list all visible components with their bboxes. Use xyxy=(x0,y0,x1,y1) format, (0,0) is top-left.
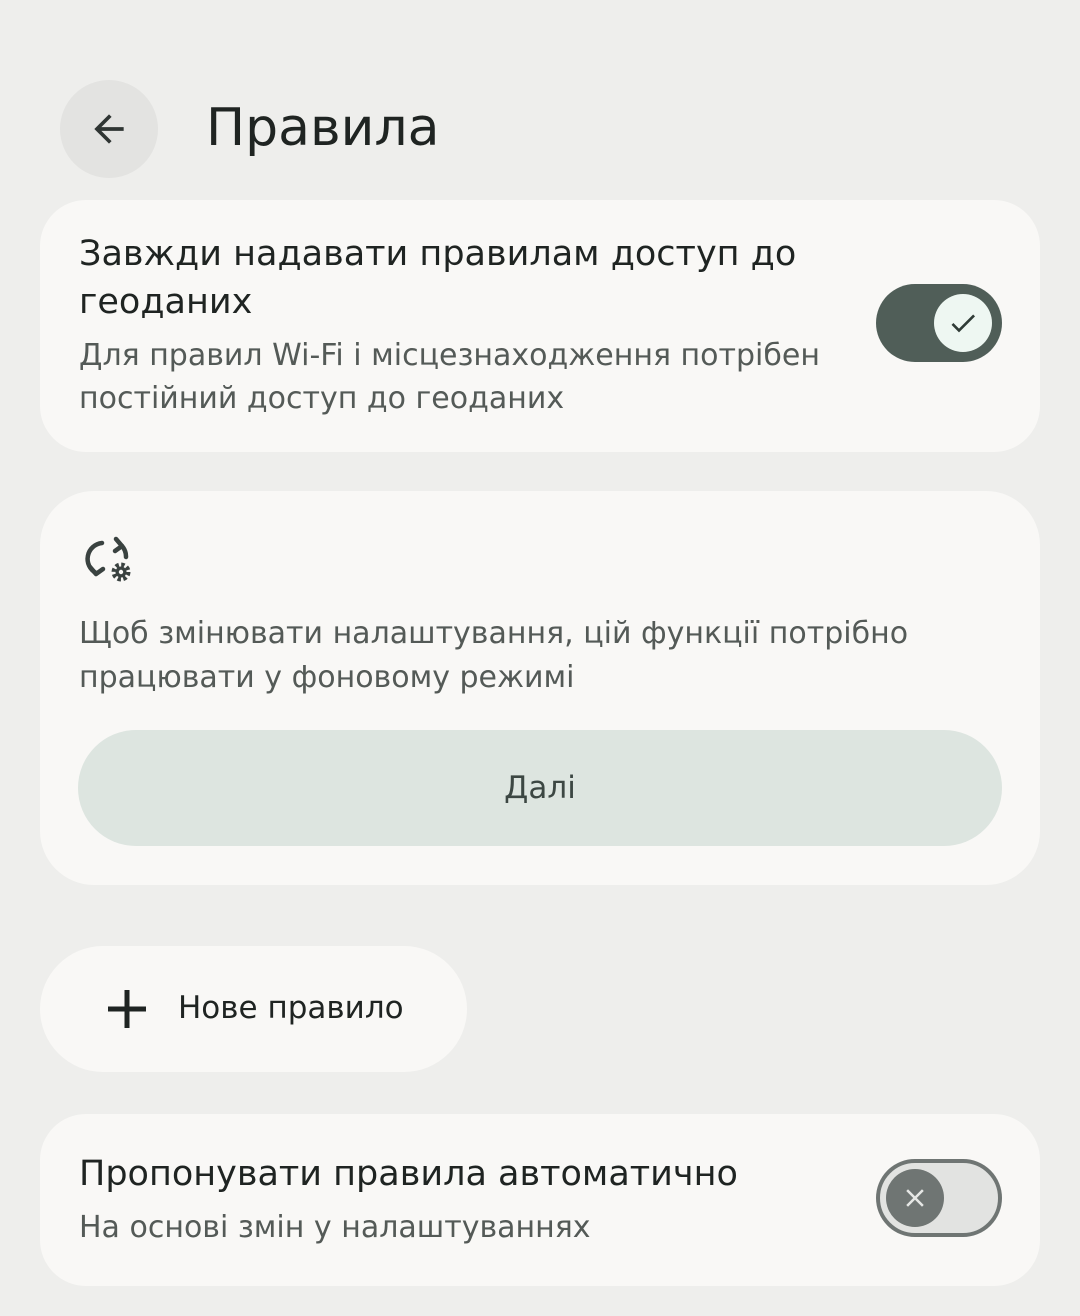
arrow-back-icon xyxy=(94,114,124,144)
close-icon xyxy=(906,1189,924,1207)
background-permission-message: Щоб змінювати налаштування, цій функції … xyxy=(79,616,909,695)
suggest-rules-title: Пропонувати правила автоматично xyxy=(79,1154,738,1194)
new-rule-button[interactable]: Нове правило xyxy=(40,946,467,1072)
background-permission-card: Щоб змінювати налаштування, цій функції … xyxy=(40,491,1040,885)
new-rule-label: Нове правило xyxy=(178,990,404,1026)
toggle-thumb xyxy=(886,1169,944,1227)
suggest-rules-toggle[interactable] xyxy=(876,1159,1002,1237)
page-title: Правила xyxy=(206,98,440,158)
suggest-rules-subtitle: На основі змін у налаштуваннях xyxy=(79,1210,591,1245)
next-button[interactable]: Далі xyxy=(78,730,1002,846)
back-button[interactable] xyxy=(60,80,158,178)
toggle-thumb xyxy=(934,294,992,352)
geo-access-toggle[interactable] xyxy=(876,284,1002,362)
check-icon xyxy=(951,314,975,333)
geo-access-card[interactable]: Завжди надавати правилам доступ до геода… xyxy=(40,200,1040,452)
geo-access-title: Завжди надавати правилам доступ до геода… xyxy=(79,234,797,322)
suggest-rules-card[interactable]: Пропонувати правила автоматично На основ… xyxy=(40,1114,1040,1286)
plus-icon xyxy=(108,990,146,1028)
sync-settings-icon xyxy=(85,536,131,582)
geo-access-subtitle: Для правил Wi-Fi і місцезнаходження потр… xyxy=(79,338,820,416)
